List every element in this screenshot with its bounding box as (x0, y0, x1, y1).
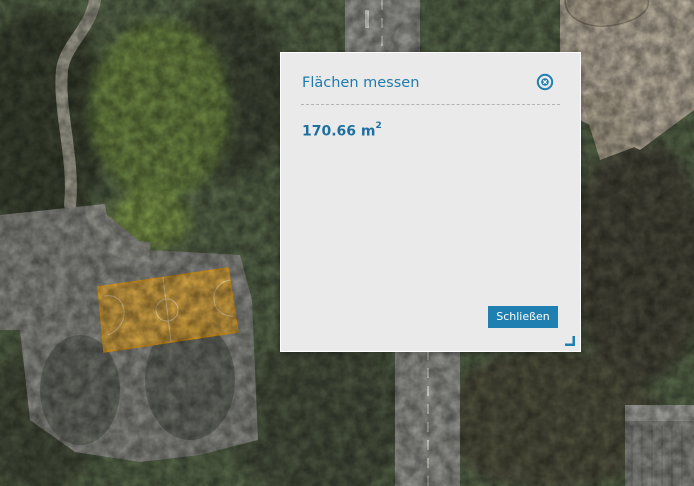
measurement-unit-exponent: 2 (375, 121, 382, 131)
measurement-value: 170.66 m (302, 123, 376, 140)
close-button[interactable]: Schließen (488, 306, 558, 328)
resize-corner-icon[interactable] (564, 335, 575, 346)
measurement-result: 170.66 m2 (302, 121, 382, 140)
dialog-title: Flächen messen (302, 75, 420, 91)
measure-area-dialog: Flächen messen 170.66 m2 Schließen (280, 52, 581, 352)
close-icon[interactable] (536, 73, 554, 91)
title-divider (301, 104, 560, 105)
